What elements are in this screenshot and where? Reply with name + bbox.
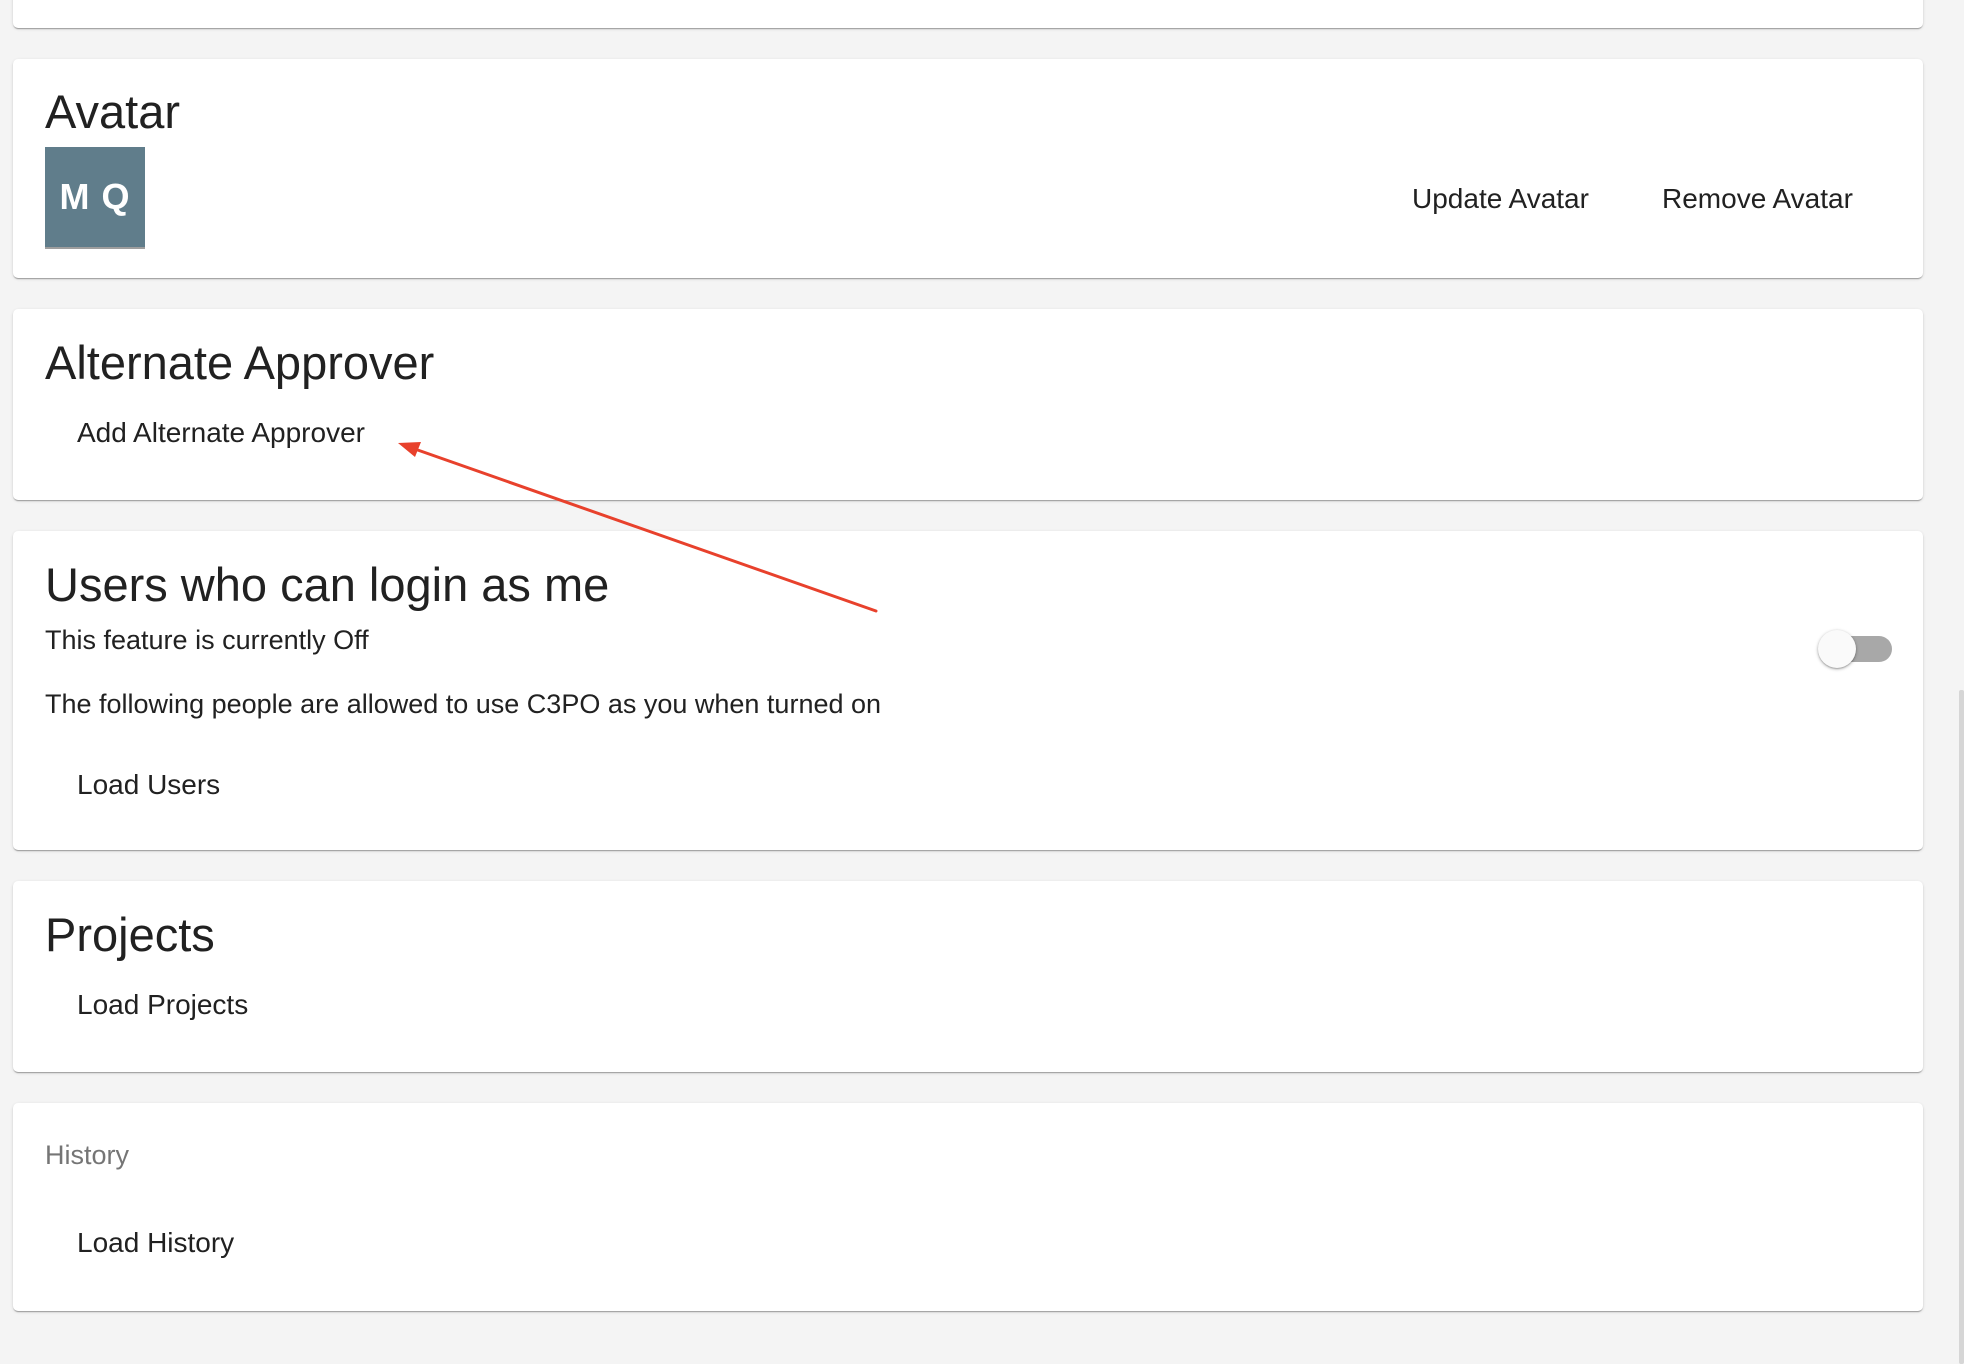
alternate-approver-card: Alternate Approver Add Alternate Approve…	[13, 309, 1923, 500]
alternate-approver-title: Alternate Approver	[45, 336, 435, 389]
projects-card: Projects Load Projects	[13, 881, 1923, 1072]
login-as-me-title: Users who can login as me	[45, 558, 610, 611]
feature-status-text: This feature is currently Off	[45, 625, 369, 655]
login-as-me-card: Users who can login as me This feature i…	[13, 531, 1923, 850]
allowed-users-description: The following people are allowed to use …	[45, 689, 882, 719]
load-users-button[interactable]: Load Users	[77, 771, 220, 799]
login-as-me-toggle[interactable]	[1818, 624, 1898, 668]
avatar-title: Avatar	[45, 85, 180, 138]
remove-avatar-button[interactable]: Remove Avatar	[1662, 185, 1853, 213]
update-avatar-button[interactable]: Update Avatar	[1412, 185, 1589, 213]
avatar: M Q	[45, 147, 145, 249]
scrollbar-thumb[interactable]	[1959, 690, 1964, 1364]
history-label: History	[45, 1140, 130, 1170]
load-history-button[interactable]: Load History	[77, 1229, 234, 1257]
avatar-card: Avatar M Q Update Avatar Remove Avatar	[13, 59, 1923, 278]
load-projects-button[interactable]: Load Projects	[77, 991, 248, 1019]
toggle-thumb	[1818, 630, 1856, 668]
previous-section-card	[13, 0, 1923, 28]
history-card: History Load History	[13, 1103, 1923, 1311]
projects-title: Projects	[45, 908, 215, 961]
avatar-initials: M Q	[59, 176, 131, 217]
scrollbar[interactable]	[1958, 0, 1964, 1364]
add-alternate-approver-button[interactable]: Add Alternate Approver	[77, 419, 365, 447]
